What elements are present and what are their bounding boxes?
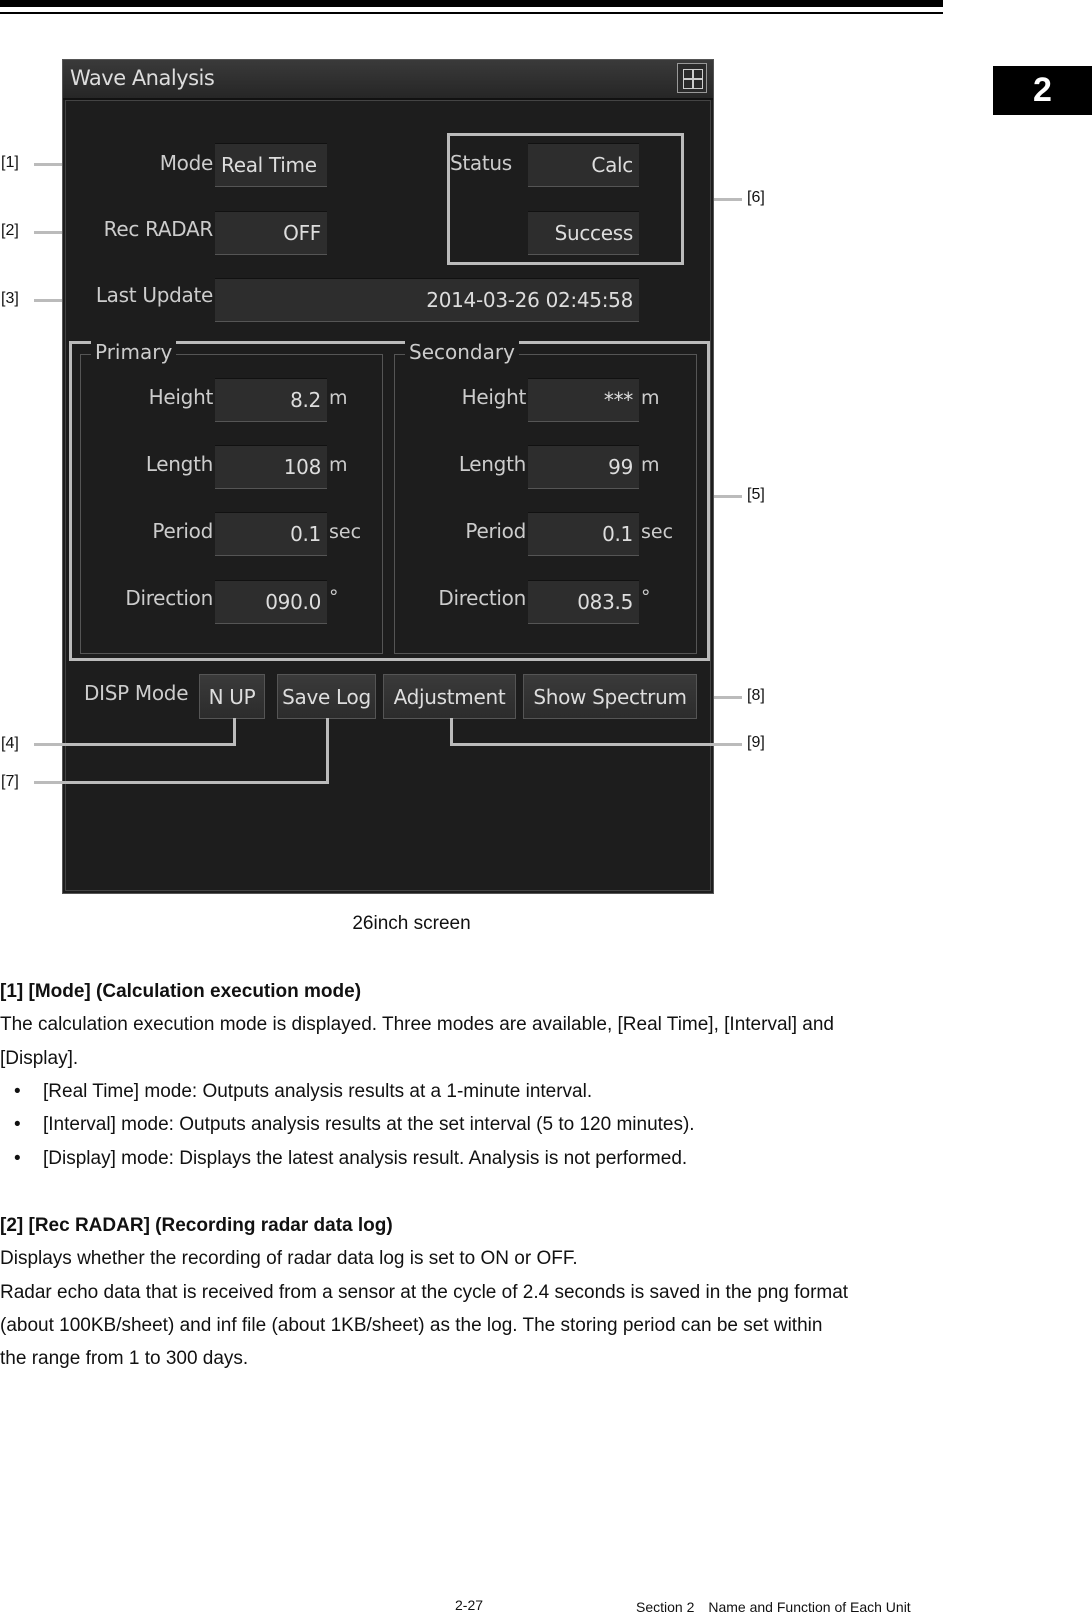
status-field: Calc <box>528 143 639 187</box>
wave-analysis-window: Wave Analysis Mode Real Time Rec RADAR O… <box>62 59 714 894</box>
footer-section: Section 2 Name and Function of Each Unit <box>636 1599 911 1615</box>
rec-radar-label: Rec RADAR <box>103 217 214 241</box>
secondary-length-label: Length <box>458 452 526 476</box>
primary-direction-unit: ° <box>329 586 339 608</box>
callout-label-2: [2] <box>1 222 19 239</box>
last-update-label: Last Update <box>95 283 213 307</box>
disp-mode-button[interactable]: N UP <box>199 674 265 719</box>
primary-period-field: 0.1 <box>215 512 327 556</box>
callout-line-4 <box>34 743 236 746</box>
last-update-field: 2014-03-26 02:45:58 <box>215 278 639 322</box>
header-rule-thin <box>0 12 943 14</box>
section-heading-rec-radar: [2] [Rec RADAR] (Recording radar data lo… <box>0 1215 393 1236</box>
callout-label-4: [4] <box>1 735 19 752</box>
secondary-direction-field: 083.5 <box>528 580 639 624</box>
paragraph: Radar echo data that is received from a … <box>0 1282 849 1303</box>
callout-line-7 <box>34 781 329 784</box>
secondary-height-field: *** <box>528 378 639 422</box>
callout-line-9-vertical <box>450 718 453 746</box>
window-title: Wave Analysis <box>70 66 215 90</box>
primary-length-unit: m <box>329 454 348 476</box>
mode-label: Mode <box>159 151 214 175</box>
paragraph: [Display]. <box>0 1048 79 1069</box>
callout-line-9 <box>450 743 742 746</box>
figure-caption: 26inch screen <box>352 913 471 934</box>
bullet-item: [Interval] mode: Outputs analysis result… <box>43 1114 695 1135</box>
callout-label-5: [5] <box>747 486 765 503</box>
secondary-direction-unit: ° <box>641 586 651 608</box>
primary-height-label: Height <box>148 385 214 409</box>
bullet-item: [Real Time] mode: Outputs analysis resul… <box>43 1081 593 1102</box>
primary-period-unit: sec <box>329 521 362 543</box>
callout-label-8: [8] <box>747 687 765 704</box>
primary-direction-label: Direction <box>125 586 213 610</box>
callout-label-1: [1] <box>1 154 19 171</box>
status-result-field: Success <box>528 211 639 255</box>
rec-radar-field[interactable]: OFF <box>215 211 327 255</box>
secondary-title: Secondary <box>405 340 519 364</box>
secondary-height-label: Height <box>461 385 527 409</box>
status-label: Status <box>450 151 512 175</box>
secondary-period-label: Period <box>465 519 526 543</box>
paragraph: (about 100KB/sheet) and inf file (about … <box>0 1315 823 1336</box>
callout-label-7: [7] <box>1 773 19 790</box>
header-rule-thick <box>0 0 943 7</box>
paragraph: The calculation execution mode is displa… <box>0 1014 834 1035</box>
secondary-period-field: 0.1 <box>528 512 639 556</box>
mode-field[interactable]: Real Time <box>215 143 327 187</box>
primary-direction-field: 090.0 <box>215 580 327 624</box>
section-heading-mode: [1] [Mode] (Calculation execution mode) <box>0 981 362 1002</box>
secondary-period-unit: sec <box>641 521 674 543</box>
primary-length-field: 108 <box>215 445 327 489</box>
callout-label-6: [6] <box>747 189 765 206</box>
callout-line-4-vertical <box>233 718 236 746</box>
bullet-item: [Display] mode: Displays the latest anal… <box>43 1148 688 1169</box>
show-spectrum-button[interactable]: Show Spectrum <box>523 674 697 719</box>
secondary-height-unit: m <box>641 387 660 409</box>
secondary-length-unit: m <box>641 454 660 476</box>
save-log-button[interactable]: Save Log <box>277 674 376 719</box>
disp-mode-label: DISP Mode <box>84 681 189 705</box>
callout-label-9: [9] <box>747 734 765 751</box>
primary-height-unit: m <box>329 387 348 409</box>
primary-length-label: Length <box>145 452 213 476</box>
secondary-direction-label: Direction <box>438 586 526 610</box>
adjustment-button[interactable]: Adjustment <box>383 674 516 719</box>
primary-period-label: Period <box>152 519 213 543</box>
callout-line-7-vertical <box>326 718 329 784</box>
title-bar: Wave Analysis <box>63 60 713 100</box>
secondary-length-field: 99 <box>528 445 639 489</box>
paragraph: Displays whether the recording of radar … <box>0 1248 578 1269</box>
chapter-tab: 2 <box>993 66 1092 115</box>
primary-title: Primary <box>91 340 177 364</box>
paragraph: the range from 1 to 300 days. <box>0 1348 249 1369</box>
layout-grid-icon[interactable] <box>677 63 707 93</box>
primary-height-field: 8.2 <box>215 378 327 422</box>
page-number: 2-27 <box>455 1597 484 1613</box>
callout-label-3: [3] <box>1 290 19 307</box>
